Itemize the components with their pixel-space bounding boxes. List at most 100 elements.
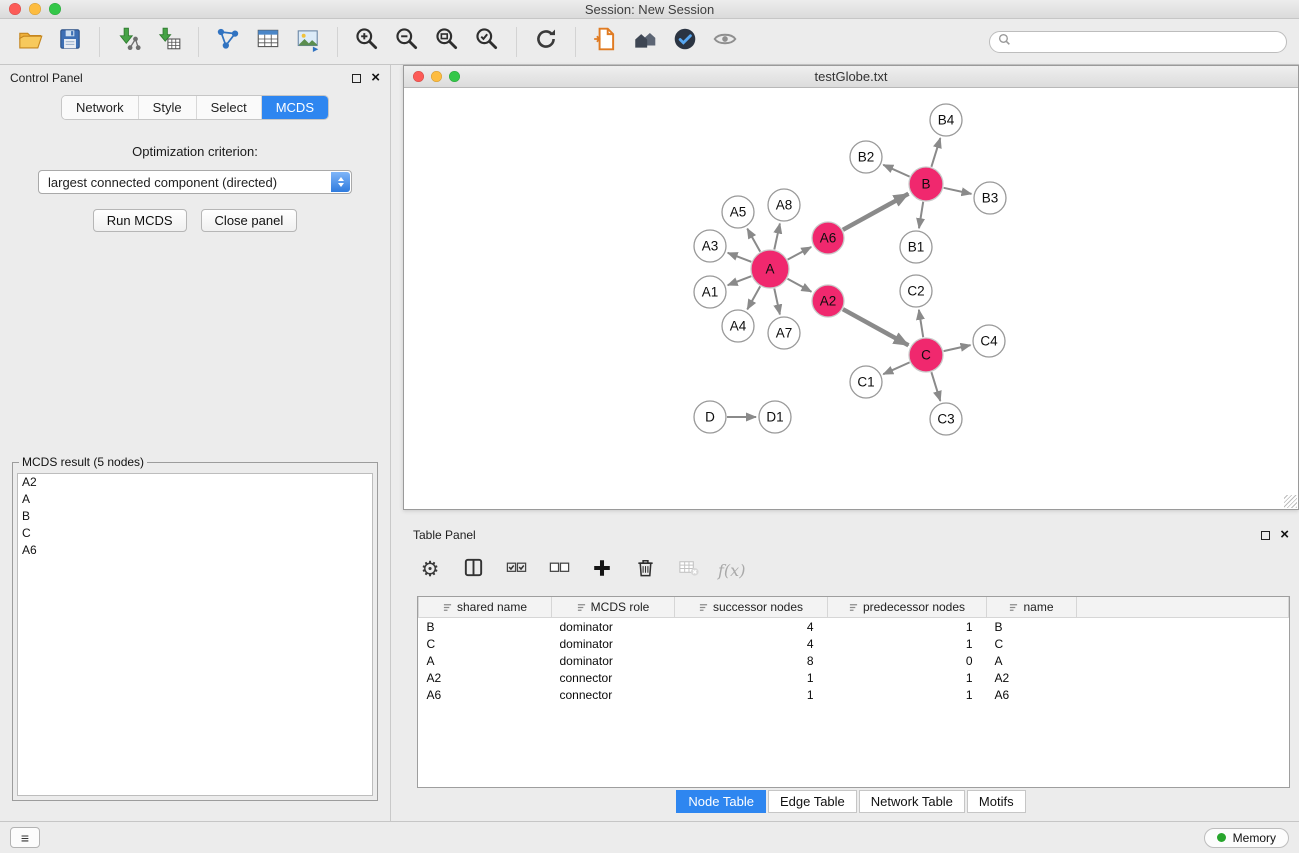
result-item[interactable]: A6 xyxy=(18,542,372,559)
network-canvas[interactable]: AA6A2BCA5A8A3A1A4A7B1B2B3B4C1C2C3C4DD1 xyxy=(404,88,1298,509)
network-edge-C-C2[interactable] xyxy=(919,310,923,337)
table-row[interactable]: Bdominator41B xyxy=(419,618,1289,636)
mcds-result-list[interactable]: A2ABCA6 xyxy=(17,473,373,796)
network-node-C3[interactable]: C3 xyxy=(930,403,962,435)
network-node-A[interactable]: A xyxy=(751,250,789,288)
network-node-B[interactable]: B xyxy=(909,167,943,201)
node-table-container[interactable]: shared nameMCDS rolesuccessor nodesprede… xyxy=(417,596,1290,788)
search-box[interactable] xyxy=(989,31,1287,53)
network-edge-A-A3[interactable] xyxy=(728,253,752,262)
new-network-button[interactable] xyxy=(210,24,246,60)
network-edge-A-A5[interactable] xyxy=(747,229,760,252)
network-node-D1[interactable]: D1 xyxy=(759,401,791,433)
unselect-all-button[interactable] xyxy=(546,557,572,583)
network-edge-A-A7[interactable] xyxy=(774,289,780,315)
dropdown-stepper-icon[interactable] xyxy=(331,172,350,192)
network-node-A6[interactable]: A6 xyxy=(812,222,844,254)
float-table-panel-icon[interactable] xyxy=(1261,531,1270,540)
network-zoom-button[interactable] xyxy=(449,71,460,82)
first-neighbors-button[interactable] xyxy=(627,24,663,60)
close-panel-button[interactable]: Close panel xyxy=(201,209,298,232)
tab-node-table[interactable]: Node Table xyxy=(676,790,766,813)
zoom-selected-button[interactable] xyxy=(469,24,505,60)
network-edge-B-B4[interactable] xyxy=(931,138,940,167)
import-network-button[interactable] xyxy=(111,24,147,60)
add-column-button[interactable] xyxy=(589,557,615,583)
result-item[interactable]: C xyxy=(18,525,372,542)
network-node-D[interactable]: D xyxy=(694,401,726,433)
show-hide-button[interactable] xyxy=(707,24,743,60)
network-edge-A6-B[interactable] xyxy=(843,194,909,230)
table-row[interactable]: Cdominator41C xyxy=(419,635,1289,652)
minimize-window-button[interactable] xyxy=(29,3,41,15)
network-edge-A-A4[interactable] xyxy=(747,286,760,309)
result-item[interactable]: A xyxy=(18,491,372,508)
refresh-button[interactable] xyxy=(528,24,564,60)
network-edge-A-A6[interactable] xyxy=(788,247,812,260)
network-node-A8[interactable]: A8 xyxy=(768,189,800,221)
tab-edge-table[interactable]: Edge Table xyxy=(768,790,857,813)
zoom-out-button[interactable] xyxy=(389,24,425,60)
zoom-fit-button[interactable] xyxy=(429,24,465,60)
network-node-A2[interactable]: A2 xyxy=(812,285,844,317)
network-node-A3[interactable]: A3 xyxy=(694,230,726,262)
show-columns-button[interactable] xyxy=(460,557,486,583)
select-all-button[interactable] xyxy=(503,557,529,583)
network-edge-B-B1[interactable] xyxy=(919,202,923,228)
network-node-C1[interactable]: C1 xyxy=(850,366,882,398)
column-header-name[interactable]: name xyxy=(987,597,1077,618)
network-edge-A-A8[interactable] xyxy=(774,224,780,250)
new-table-button[interactable] xyxy=(250,24,286,60)
network-edge-C-C3[interactable] xyxy=(931,372,940,401)
result-item[interactable]: A2 xyxy=(18,474,372,491)
delete-column-button[interactable] xyxy=(632,557,658,583)
tab-network-table[interactable]: Network Table xyxy=(859,790,965,813)
run-mcds-button[interactable]: Run MCDS xyxy=(93,209,187,232)
column-header-successor-nodes[interactable]: successor nodes xyxy=(675,597,828,618)
memory-button[interactable]: Memory xyxy=(1204,828,1289,848)
float-panel-icon[interactable] xyxy=(352,74,361,83)
network-node-C2[interactable]: C2 xyxy=(900,275,932,307)
network-node-C[interactable]: C xyxy=(909,338,943,372)
open-session-button[interactable] xyxy=(12,24,48,60)
column-header-shared-name[interactable]: shared name xyxy=(419,597,552,618)
result-item[interactable]: B xyxy=(18,508,372,525)
tab-select[interactable]: Select xyxy=(197,96,262,119)
network-window-titlebar[interactable]: testGlobe.txt xyxy=(404,66,1298,88)
optimization-criterion-dropdown[interactable]: largest connected component (directed) xyxy=(38,170,352,194)
tab-style[interactable]: Style xyxy=(139,96,197,119)
network-close-button[interactable] xyxy=(413,71,424,82)
tab-network[interactable]: Network xyxy=(62,96,139,119)
network-node-B4[interactable]: B4 xyxy=(930,104,962,136)
tab-mcds[interactable]: MCDS xyxy=(262,96,328,119)
close-window-button[interactable] xyxy=(9,3,21,15)
export-image-button[interactable] xyxy=(290,24,326,60)
table-row[interactable]: A6connector11A6 xyxy=(419,686,1289,703)
app-badge-button[interactable] xyxy=(667,24,703,60)
close-panel-icon[interactable]: × xyxy=(371,73,380,83)
column-header-MCDS-role[interactable]: MCDS role xyxy=(552,597,675,618)
open-file-button[interactable] xyxy=(587,24,623,60)
network-edge-A-A1[interactable] xyxy=(728,276,752,285)
network-node-A1[interactable]: A1 xyxy=(694,276,726,308)
network-node-C4[interactable]: C4 xyxy=(973,325,1005,357)
save-session-button[interactable] xyxy=(52,24,88,60)
network-edge-C-C4[interactable] xyxy=(944,345,971,351)
tab-motifs[interactable]: Motifs xyxy=(967,790,1026,813)
network-node-B1[interactable]: B1 xyxy=(900,231,932,263)
zoom-in-button[interactable] xyxy=(349,24,385,60)
network-edge-A2-C[interactable] xyxy=(843,309,909,345)
table-row[interactable]: Adominator80A xyxy=(419,652,1289,669)
task-history-button[interactable]: ≡ xyxy=(10,827,40,848)
network-node-A5[interactable]: A5 xyxy=(722,196,754,228)
network-node-A7[interactable]: A7 xyxy=(768,317,800,349)
zoom-window-button[interactable] xyxy=(49,3,61,15)
search-input[interactable] xyxy=(1016,35,1278,49)
network-edge-B-B3[interactable] xyxy=(944,188,972,194)
table-settings-button[interactable]: ⚙ xyxy=(417,557,443,583)
network-edge-B-B2[interactable] xyxy=(883,165,909,177)
import-table-button[interactable] xyxy=(151,24,187,60)
network-minimize-button[interactable] xyxy=(431,71,442,82)
column-header-predecessor-nodes[interactable]: predecessor nodes xyxy=(828,597,987,618)
network-edge-A-A2[interactable] xyxy=(788,279,812,292)
